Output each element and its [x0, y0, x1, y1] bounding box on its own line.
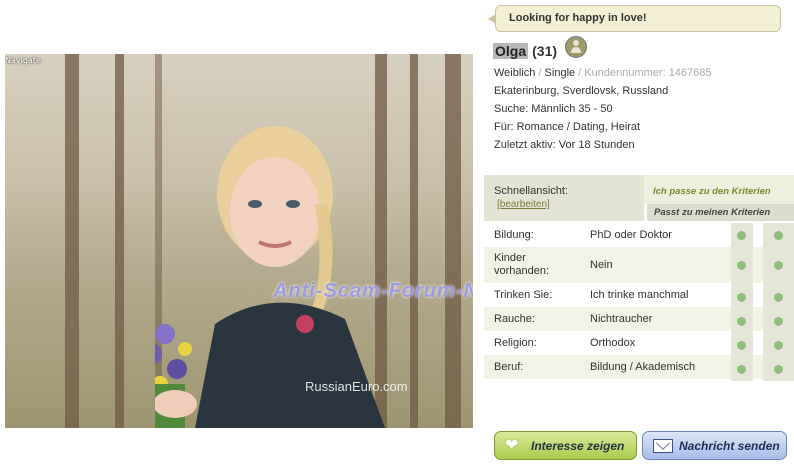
- match-dot: [737, 317, 746, 326]
- legend-matches-me: Passt zu meinen Kriterien: [647, 204, 794, 221]
- portrait-illustration: [155, 126, 385, 428]
- row-value: Nein: [590, 259, 613, 271]
- match-dot: [774, 317, 783, 326]
- heart-icon: ❤: [505, 436, 519, 454]
- legend-i-match: Ich passe zu den Kriterien: [644, 175, 794, 204]
- profile-name: Olga: [493, 43, 529, 59]
- send-message-button[interactable]: Nachricht senden: [642, 431, 787, 460]
- match-dot: [737, 293, 746, 302]
- profile-heading: Olga (31): [493, 36, 588, 62]
- edit-link[interactable]: [bearbeiten]: [497, 199, 550, 210]
- match-dot: [774, 365, 783, 374]
- row-value: PhD oder Doktor: [590, 229, 672, 241]
- row-value: Ich trinke manchmal: [590, 289, 689, 301]
- marital-status: Single: [544, 67, 576, 79]
- customer-number: 1467685: [668, 67, 712, 79]
- show-interest-button[interactable]: ❤ Interesse zeigen: [494, 431, 637, 460]
- status-message: Looking for happy in love!: [509, 12, 647, 24]
- show-interest-label: Interesse zeigen: [531, 438, 625, 453]
- search-criteria: Suche: Männlich 35 - 50: [494, 103, 613, 115]
- location: Ekaterinburg, Sverdlovsk, Russland: [494, 85, 669, 97]
- corner-tag: Navigate: [5, 56, 41, 65]
- match-dot: [737, 365, 746, 374]
- envelope-icon: [653, 438, 673, 453]
- criteria-table: Schnellansicht: [bearbeiten] Ich passe z…: [484, 175, 794, 381]
- row-value: Nichtraucher: [590, 313, 653, 325]
- customer-number-label: Kundennummer:: [584, 67, 666, 79]
- quickview-header: Schnellansicht: [bearbeiten]: [484, 175, 644, 221]
- match-dot: [774, 293, 783, 302]
- matches-me-column: [763, 223, 794, 381]
- quickview-label: Schnellansicht:: [494, 185, 568, 197]
- row-label: Bildung:: [494, 229, 534, 241]
- match-dot: [774, 231, 783, 240]
- site-watermark: RussianEuro.com: [305, 379, 408, 394]
- match-dot: [774, 261, 783, 270]
- row-label: Religion:: [494, 337, 537, 349]
- match-dot: [737, 341, 746, 350]
- looking-for: Für: Romance / Dating, Heirat: [494, 121, 641, 133]
- row-label: Trinken Sie:: [494, 289, 553, 301]
- match-dot: [737, 261, 746, 270]
- user-icon[interactable]: [565, 36, 588, 58]
- row-value: Bildung / Akademisch: [590, 361, 696, 373]
- row-label: Beruf:: [494, 361, 524, 373]
- send-message-label: Nachricht senden: [679, 438, 780, 453]
- profile-photo[interactable]: Navigate Anti-Scam-Forum-NL RussianEuro.…: [5, 54, 473, 428]
- gender-status-line: Weiblich / Single / Kundennummer: 146768…: [494, 67, 712, 79]
- last-active: Zuletzt aktiv: Vor 18 Stunden: [494, 139, 635, 151]
- match-dot: [774, 341, 783, 350]
- forum-watermark: Anti-Scam-Forum-NL: [273, 280, 473, 302]
- row-label: Rauche:: [494, 313, 535, 325]
- status-bubble: Looking for happy in love!: [488, 5, 781, 32]
- i-match-column: [731, 223, 753, 381]
- row-label: Kinder vorhanden:: [494, 252, 550, 277]
- profile-age: (31): [532, 43, 558, 59]
- match-dot: [737, 231, 746, 240]
- row-value: Orthodox: [590, 337, 636, 349]
- gender: Weiblich: [494, 67, 536, 79]
